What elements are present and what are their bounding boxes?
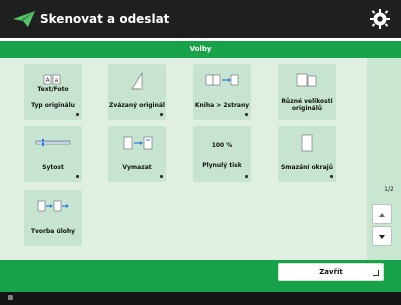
erase-frame-label: Vymazat [122,164,152,171]
different-sizes-tile[interactable]: Různé velikosti originálů [278,64,336,120]
tile-corner-indicator [160,175,163,178]
top-bar: Skenovat a odeslat [0,0,401,38]
book-two-sides-tile[interactable]: Kniha > 2strany [193,64,251,120]
original-type-value: Text/Foto [37,86,69,93]
scroll-down-button[interactable] [372,226,392,246]
bound-original-label: Zvázaný originál [109,102,165,109]
tab-title: Volby [189,45,212,53]
print-density-tile[interactable]: 100 % Plynulý tisk [193,126,251,182]
status-bar [0,292,401,305]
svg-text:a: a [55,77,59,84]
book-two-sides-icon [203,69,241,93]
gear-icon[interactable] [369,8,391,30]
print-density-label: Plynulý tisk [202,162,242,169]
screen: Skenovat a odeslat Volby A a Text/Foto T… [0,0,401,305]
original-type-label: Typ originálu [31,102,75,109]
options-tab-bar: Volby [0,41,401,58]
job-build-tile[interactable]: Tvorba úlohy [24,190,82,246]
page-indicator: 1/2 [384,186,394,193]
erase-frame-tile[interactable]: Vymazat [108,126,166,182]
blank-page-icon [288,131,326,155]
scroll-up-button[interactable] [372,204,392,224]
erase-frame-icon [118,131,156,155]
status-icon [8,295,13,300]
job-build-label: Tvorba úlohy [30,228,76,235]
sharpen-tile[interactable]: Smazání okrajů [278,126,336,182]
job-build-icon [34,195,72,219]
tile-corner-indicator [245,113,248,116]
app-title: Skenovat a odeslat [40,12,170,26]
density-slider-icon [34,131,72,155]
print-density-value: 100 % [211,142,233,149]
tile-corner-indicator [76,113,79,116]
chevron-up-icon [377,205,387,224]
chevron-down-icon [377,227,387,246]
button-corner-indicator [373,270,379,276]
close-label: Zavřít [319,268,343,276]
sharpness-label: Sytost [42,164,64,171]
sharpness-tile[interactable]: Sytost [24,126,82,182]
bound-original-icon [118,69,156,93]
different-sizes-icon [288,69,326,93]
different-sizes-label: Různé velikosti originálů [281,98,333,112]
bound-original-tile[interactable]: Zvázaný originál [108,64,166,120]
original-type-tile[interactable]: A a Text/Foto Typ originálu [24,64,82,120]
sharpen-label: Smazání okrajů [280,164,334,171]
tile-corner-indicator [245,175,248,178]
tile-corner-indicator [160,113,163,116]
close-button[interactable]: Zavřít [278,263,384,281]
tile-corner-indicator [76,175,79,178]
send-paper-plane-icon [12,10,36,28]
tile-corner-indicator [330,175,333,178]
book-two-sides-label: Kniha > 2strany [194,102,250,109]
